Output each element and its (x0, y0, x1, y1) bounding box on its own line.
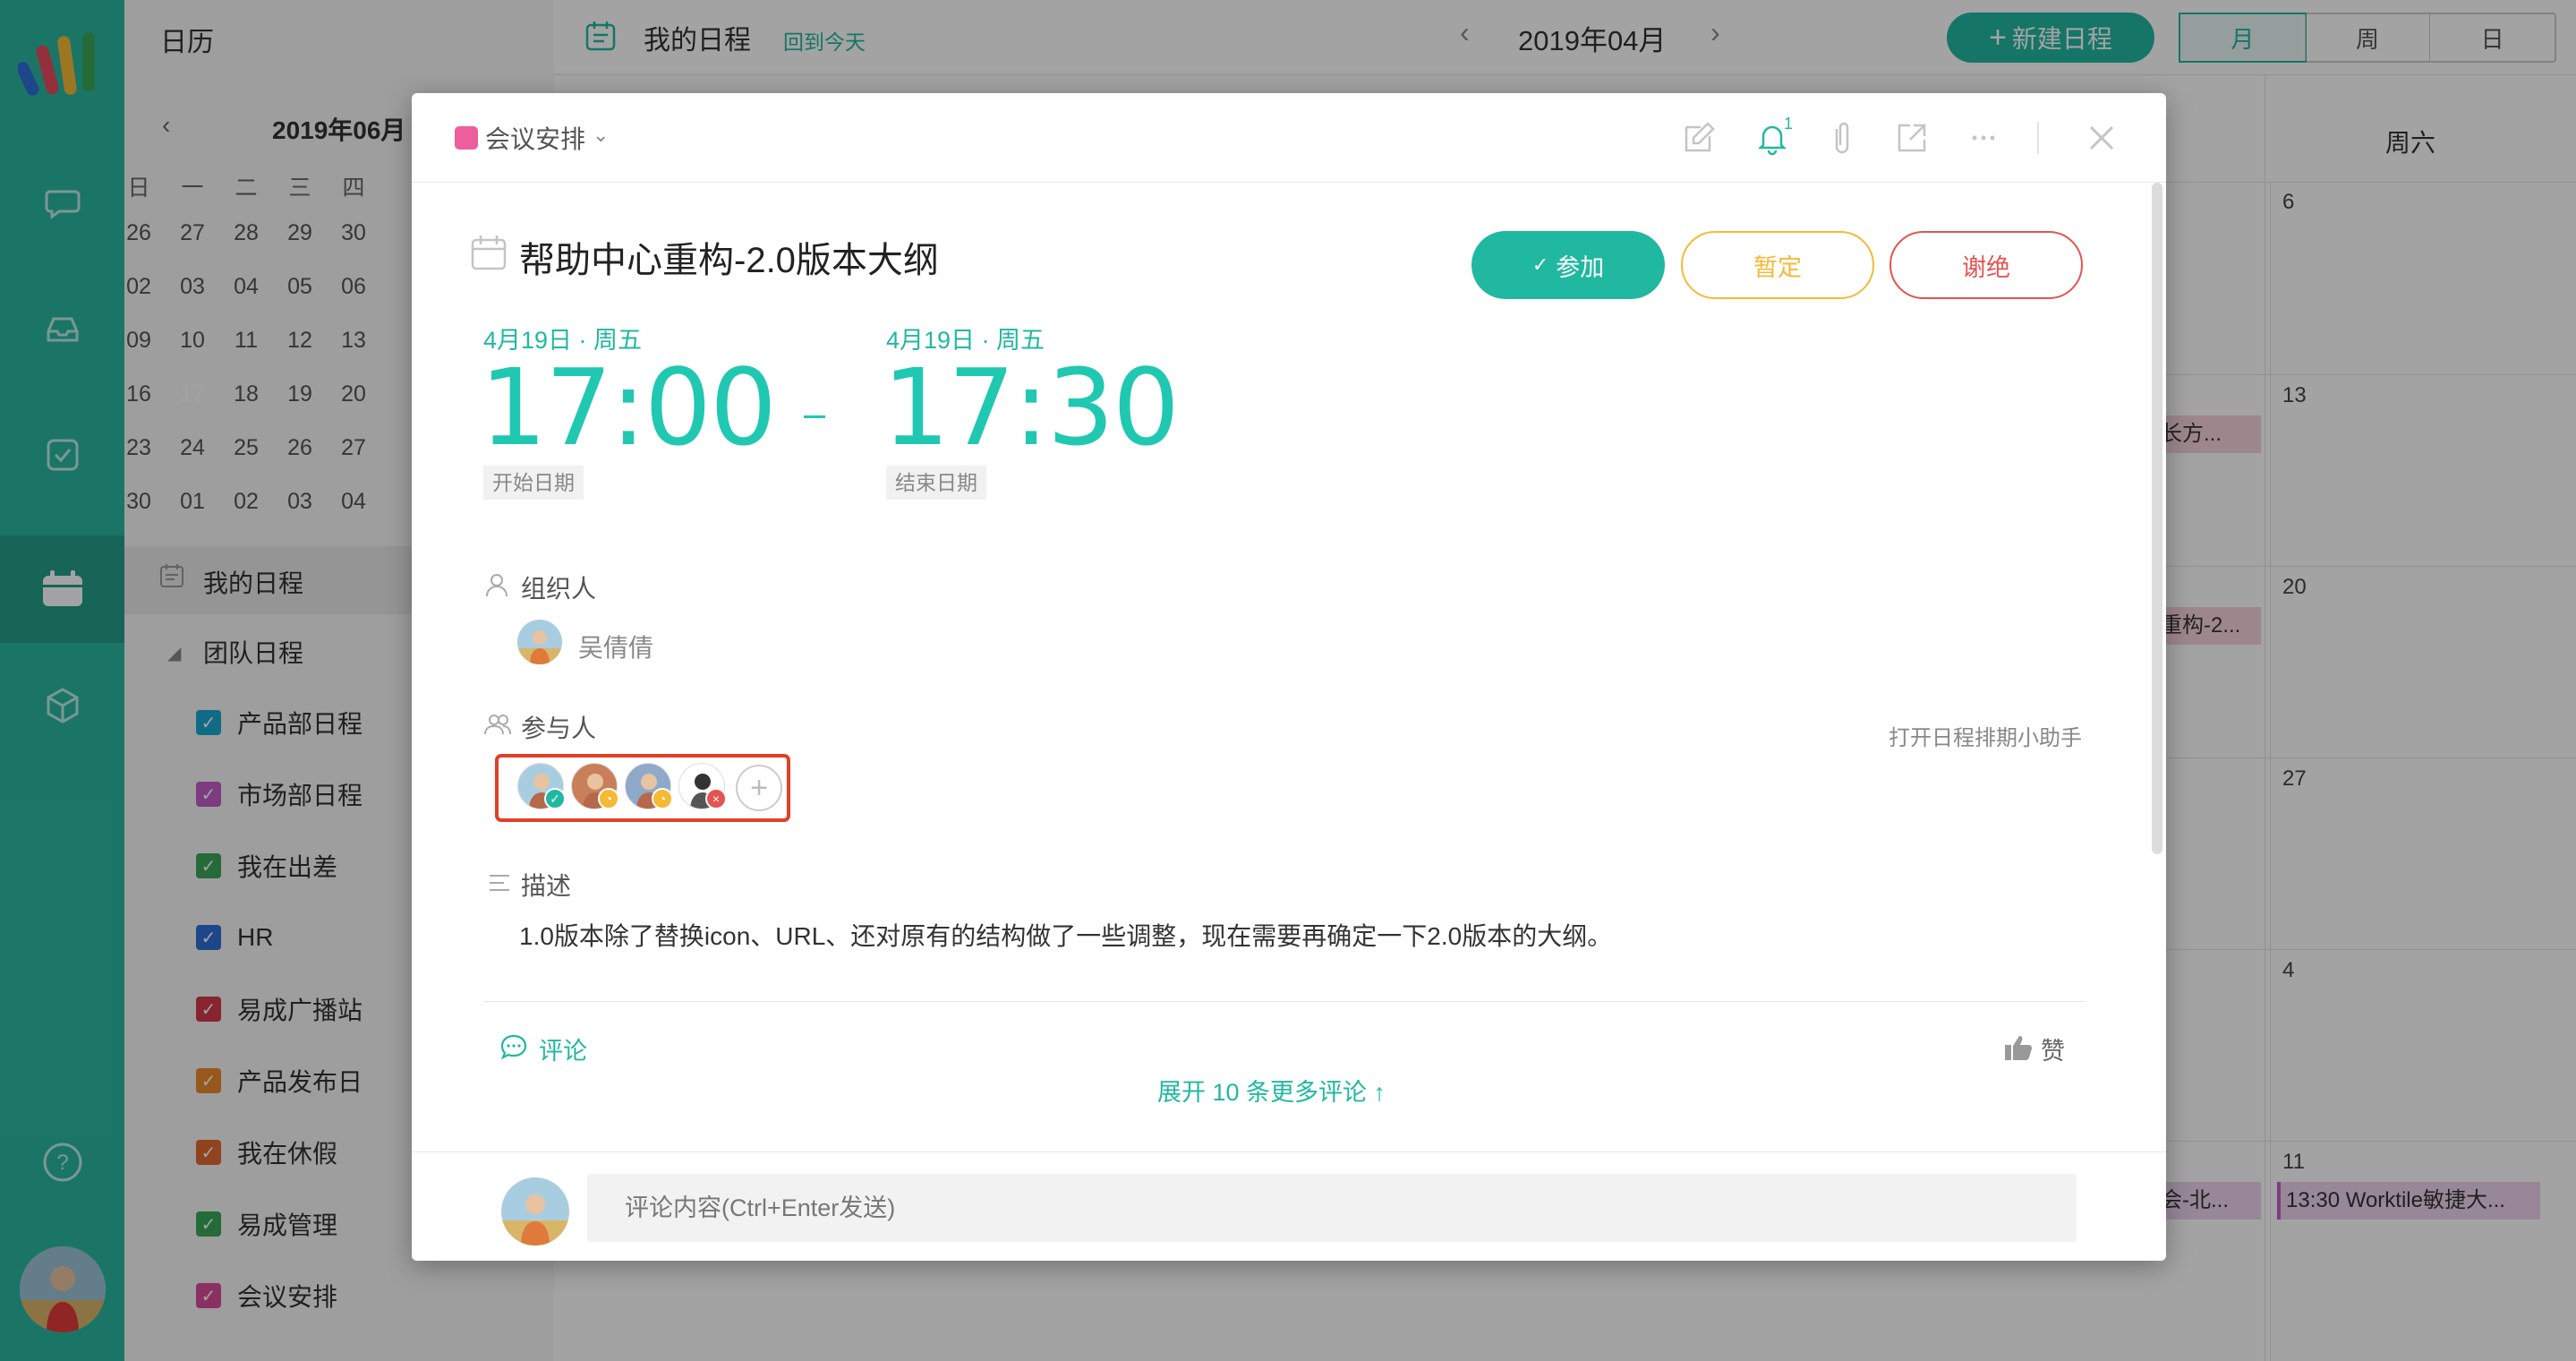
tentative-button[interactable]: 暂定 (1681, 231, 1874, 299)
comment-icon (499, 1033, 528, 1060)
comment-composer (412, 1151, 2166, 1261)
chevron-down-icon[interactable]: ⌄ (593, 124, 609, 147)
comment-input[interactable] (587, 1174, 2077, 1242)
decline-button[interactable]: 谢绝 (1889, 231, 2083, 299)
more-icon[interactable] (1966, 120, 2001, 156)
participant-status-tentative-icon: ◔ (652, 788, 673, 809)
calendar-icon (469, 233, 508, 272)
description-text[interactable]: 1.0版本除了替换icon、URL、还对原有的结构做了一些调整，现在需要再确定一… (519, 917, 1612, 953)
category-select[interactable]: 会议安排 (485, 120, 585, 156)
check-icon: ✓ (1531, 253, 1549, 276)
share-icon[interactable] (1894, 120, 1930, 156)
start-tag: 开始日期 (483, 466, 584, 500)
reminder-count: 1 (1784, 115, 1794, 133)
modal-header: 会议安排 ⌄ 1 (412, 93, 2166, 183)
description-label: 描述 (521, 872, 572, 900)
join-label: 参加 (1556, 253, 1605, 281)
edit-icon[interactable] (1681, 120, 1717, 156)
join-button[interactable]: ✓ 参加 (1471, 231, 1665, 299)
person-icon (483, 571, 510, 598)
organizer-avatar[interactable] (517, 620, 562, 664)
time-separator (804, 415, 825, 418)
like-button[interactable]: 赞 (2041, 1031, 2065, 1066)
header-divider (2037, 122, 2039, 154)
event-title[interactable]: 帮助中心重构-2.0版本大纲 (519, 231, 939, 283)
close-icon[interactable] (2084, 120, 2120, 156)
organizer-name: 吴倩倩 (578, 634, 654, 662)
end-tag: 结束日期 (886, 466, 986, 500)
participants-label: 参与人 (521, 715, 597, 742)
start-time[interactable]: 17:00 (480, 346, 777, 469)
organizer-label: 组织人 (521, 575, 597, 603)
category-color-dot (455, 126, 478, 150)
participant-status-accepted-icon: ✓ (544, 788, 566, 809)
people-icon (483, 711, 512, 738)
attachment-icon[interactable] (1824, 120, 1860, 156)
add-participant-icon[interactable]: + (736, 765, 782, 811)
expand-comments-link[interactable]: 展开 10 条更多评论 ↑ (1157, 1073, 1386, 1108)
comment-tab[interactable]: 评论 (539, 1031, 587, 1066)
participant-status-declined-icon: × (705, 788, 727, 809)
section-divider (483, 1001, 2086, 1002)
current-user-avatar (501, 1177, 569, 1245)
event-detail-modal: 会议安排 ⌄ 1 帮助中心重构-2.0版本大纲 ✓ 参加 暂定 谢绝 4月19日 … (412, 93, 2166, 1261)
participant-status-tentative-icon: ◔ (598, 788, 619, 809)
end-time[interactable]: 17:30 (883, 346, 1180, 469)
description-icon (487, 870, 512, 895)
schedule-assistant-link[interactable]: 打开日程排期小助手 (1889, 720, 2082, 751)
thumbs-up-icon[interactable] (2003, 1033, 2034, 1062)
scrollbar[interactable] (2152, 183, 2162, 854)
